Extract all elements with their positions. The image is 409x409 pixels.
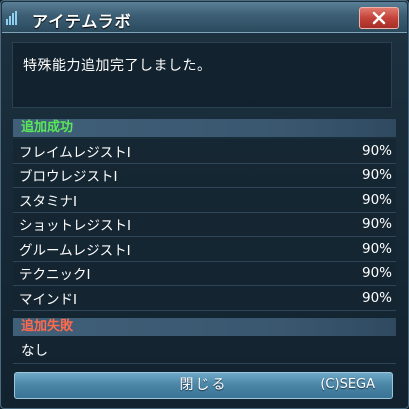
ability-name: テクニックI (19, 267, 91, 284)
list-item: マインドI 90% (13, 286, 396, 311)
success-section-header: 追加成功 (13, 119, 396, 137)
window-title: アイテムラボ (32, 12, 132, 31)
success-rate: 90% (361, 265, 392, 282)
ability-name: ショットレジストI (19, 218, 131, 235)
message-panel: 特殊能力追加完了しました。 (12, 42, 392, 108)
ability-name: フレイムレジストI (19, 144, 131, 161)
item-lab-dialog: アイテムラボ 特殊能力追加完了しました。 追加成功 フレイムレジストI 90% … (0, 0, 409, 409)
success-rate: 90% (361, 216, 392, 233)
list-item: フレイムレジストI 90% (13, 139, 396, 164)
success-rate: 90% (361, 289, 392, 306)
close-icon (372, 11, 386, 25)
list-item: テクニックI 90% (13, 261, 396, 286)
ability-name: ブロウレジストI (19, 169, 118, 186)
success-list: フレイムレジストI 90% ブロウレジストI 90% スタミナI 90% ショッ… (13, 139, 396, 311)
window-close-button[interactable] (359, 7, 399, 29)
copyright-text: (C)SEGA (320, 377, 375, 392)
window-icon (6, 11, 17, 25)
failure-section-header: 追加失敗 (13, 318, 396, 336)
success-rate: 90% (361, 167, 392, 184)
list-item: グルームレジストI 90% (13, 237, 396, 262)
failure-list-item: なし (13, 338, 396, 364)
ability-name: グルームレジストI (19, 242, 131, 259)
title-bar: アイテムラボ (2, 2, 407, 33)
success-rate: 90% (361, 142, 392, 159)
ability-name: スタミナI (19, 193, 77, 210)
list-item: スタミナI 90% (13, 188, 396, 213)
list-item: ブロウレジストI 90% (13, 163, 396, 188)
success-rate: 90% (361, 240, 392, 257)
list-item: ショットレジストI 90% (13, 212, 396, 237)
ability-name: マインドI (19, 291, 77, 308)
result-message: 特殊能力追加完了しました。 (23, 58, 212, 74)
success-rate: 90% (361, 191, 392, 208)
